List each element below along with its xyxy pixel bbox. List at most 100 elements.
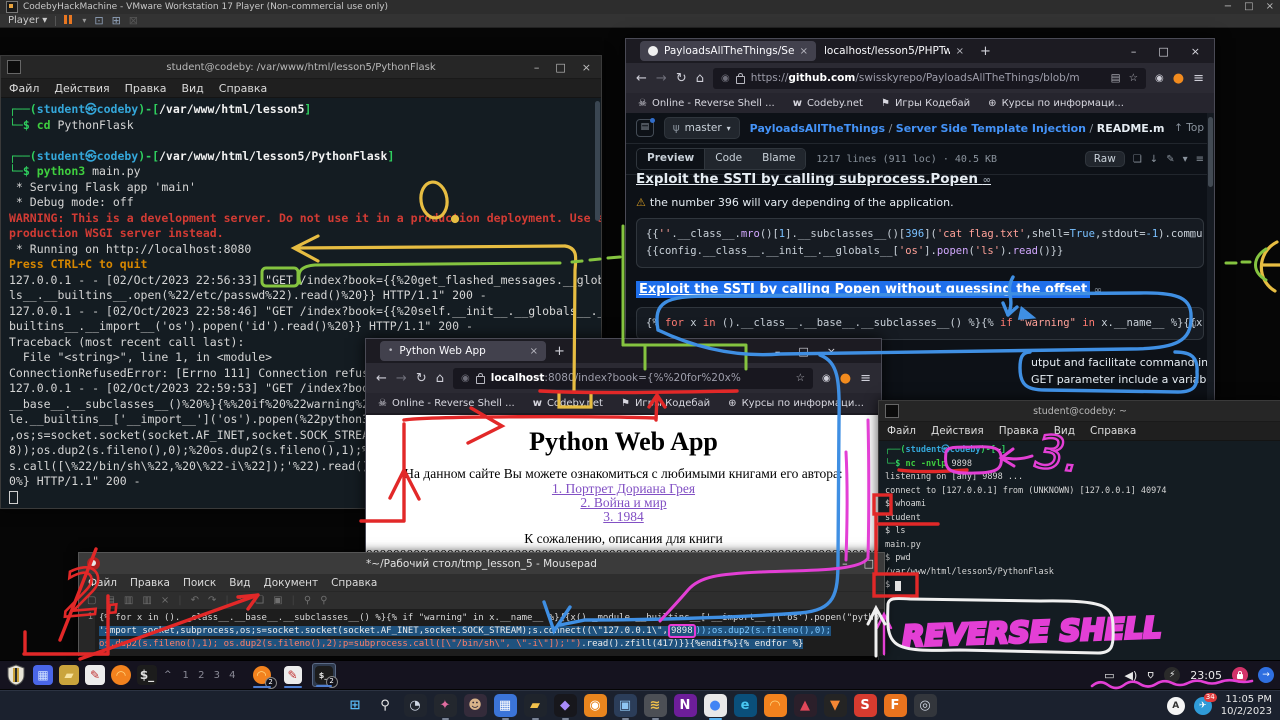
open-app-mousepad[interactable]: ✎ — [281, 663, 305, 687]
taskbar-icon-camera-app[interactable]: ◎ — [914, 694, 937, 717]
app-menu-icon[interactable]: ≡ — [1193, 71, 1204, 86]
download-icon[interactable]: ↓ — [1150, 154, 1158, 165]
copy-code-icon[interactable]: ❏ — [1189, 314, 1196, 331]
menu-file[interactable]: Файл — [887, 425, 916, 437]
mousepad-text[interactable]: {% for x in ().__class__.__base__.__subc… — [95, 610, 884, 656]
bookmark-star-icon[interactable]: ☆ — [1129, 72, 1138, 84]
taskbar-icon-chrome[interactable]: ● — [704, 694, 727, 717]
copy-raw-icon[interactable]: ❏ — [1133, 154, 1142, 165]
taskbar-icon-file-explorer[interactable]: ▰ — [524, 694, 547, 717]
taskbar-icon-obsidian-app[interactable]: ◆ — [554, 694, 577, 717]
tab-payloadsallthethings[interactable]: PayloadsAllTheThings/Se × — [640, 41, 816, 61]
undo-icon[interactable]: ↶ — [191, 595, 199, 606]
copy-code-icon[interactable]: ❏ — [1189, 225, 1196, 242]
breadcrumb-repo[interactable]: PayloadsAllTheThings — [750, 122, 885, 135]
taskbar-icon-clock-widget[interactable]: ◔ — [404, 694, 427, 717]
tray-telegram-icon[interactable]: ✈34 — [1194, 697, 1212, 715]
terminal1-minimize-button[interactable]: – — [534, 61, 540, 74]
close-file-icon[interactable]: × — [161, 595, 169, 606]
book-link-1[interactable]: 1. Портрет Дориана Грея — [366, 482, 881, 496]
bookmark-star-icon[interactable]: ☆ — [796, 372, 805, 384]
workspace-switcher[interactable]: 1 2 3 4 — [183, 670, 239, 681]
webapp-window-minimize[interactable]: – — [775, 345, 781, 358]
terminal1-titlebar[interactable]: student@codeby: /var/www/html/lesson5/Py… — [1, 56, 601, 79]
back-icon[interactable]: ← — [636, 71, 647, 86]
paste-icon[interactable]: ▣ — [273, 595, 282, 606]
tab-blame[interactable]: Blame — [752, 149, 805, 169]
linux-clock[interactable]: 23:05 — [1190, 669, 1222, 682]
menu-help[interactable]: Справка — [331, 577, 377, 589]
reload-icon[interactable]: ↻ — [676, 71, 687, 86]
window-list-icon[interactable]: ▭ — [1104, 669, 1114, 682]
menu-help[interactable]: Справка — [219, 82, 267, 95]
taskbar-icon-start[interactable]: ⊞ — [344, 694, 367, 717]
mousepad-maximize-button[interactable]: □ — [864, 557, 874, 570]
notifications-bell-icon[interactable]: ⌂ — [1147, 669, 1154, 682]
bookmark-codeby[interactable]: wCodeby.net — [533, 398, 603, 409]
menu-document[interactable]: Документ — [264, 577, 319, 589]
app-menu-logo-icon[interactable] — [6, 664, 26, 686]
tab-python-web-app[interactable]: • Python Web App × — [380, 341, 546, 361]
taskbar-icon-edge[interactable]: e — [734, 694, 757, 717]
branch-selector[interactable]: ψmaster▾ — [664, 117, 740, 139]
menu-edit[interactable]: Правка — [125, 82, 167, 95]
webapp-window-maximize[interactable]: □ — [798, 345, 808, 358]
taskbar-icon-vmware-app[interactable]: ≋ — [644, 694, 667, 717]
outline-icon[interactable]: ≡ — [1196, 154, 1204, 165]
vmware-close-button[interactable]: × — [1266, 0, 1274, 14]
windows-clock[interactable]: 11:05 PM 10/2/2023 — [1221, 694, 1272, 718]
taskbar-icon-file-manager[interactable]: ▰ — [59, 665, 79, 685]
taskbar-icon-s-app[interactable]: S — [854, 694, 877, 717]
shield-icon[interactable]: ◉ — [721, 73, 730, 84]
pause-vm-button[interactable] — [64, 15, 74, 27]
back-icon[interactable]: ← — [376, 371, 387, 386]
player-menu[interactable]: Player ▾ — [8, 15, 47, 26]
reload-icon[interactable]: ↻ — [416, 371, 427, 386]
redo-icon[interactable]: ↷ — [208, 595, 216, 606]
back-to-top-link[interactable]: ↑ Top — [1174, 122, 1204, 134]
github-window-close[interactable]: × — [1191, 45, 1200, 58]
terminal2-output[interactable]: ┌──(student㉿codeby)-[~]└─$ nc -nvlp 9898… — [879, 441, 1280, 657]
raw-button[interactable]: Raw — [1085, 151, 1125, 167]
menu-view[interactable]: Вид — [181, 82, 203, 95]
screen-lock-icon[interactable] — [1232, 667, 1248, 683]
webapp-window-close[interactable]: × — [827, 345, 836, 358]
menu-help[interactable]: Справка — [1090, 425, 1136, 437]
book-link-3[interactable]: 3. 1984 — [366, 510, 881, 524]
taskbar-icon-files-app[interactable]: ▦ — [33, 665, 53, 685]
new-tab-button[interactable]: + — [554, 344, 565, 359]
new-file-icon[interactable]: ▢ — [87, 595, 96, 606]
taskbar-icon-onenote[interactable]: N — [674, 694, 697, 717]
bookmark-reverse-shell[interactable]: ☠Online - Reverse Shell ... — [378, 398, 515, 409]
taskbar-icon-firefox-launcher[interactable]: ◠ — [111, 665, 131, 685]
readme-heading-popen-offset[interactable]: Exploit the SSTI by calling Popen withou… — [636, 281, 1090, 298]
terminal1-maximize-button[interactable]: □ — [555, 61, 565, 74]
menu-actions[interactable]: Действия — [54, 82, 109, 95]
home-icon[interactable]: ⌂ — [696, 71, 704, 86]
copy-icon[interactable]: ❏ — [255, 595, 264, 606]
bookmark-courses[interactable]: ⊕Курсы по информаци... — [728, 398, 864, 409]
reader-mode-icon[interactable]: ▤ — [1111, 72, 1121, 84]
github-scrollbar[interactable] — [1207, 113, 1214, 405]
terminal1-close-button[interactable]: × — [582, 61, 591, 74]
github-urlbar[interactable]: ◉ https://github.com/swisskyrepo/Payload… — [713, 68, 1146, 89]
mousepad-titlebar[interactable]: *~/Рабочий стол/tmp_lesson_5 - Mousepad … — [79, 553, 884, 574]
taskbar-icon-mousepad-launcher[interactable]: ✎ — [85, 665, 105, 685]
panel-expander-icon[interactable]: ^ — [164, 670, 172, 680]
open-file-icon[interactable]: ▤ — [105, 595, 114, 606]
forward-icon[interactable]: → — [656, 71, 667, 86]
save-icon[interactable]: ▥ — [124, 595, 133, 606]
vmware-minimize-button[interactable]: − — [1224, 0, 1232, 14]
anchor-link-icon[interactable]: ∞ — [1094, 285, 1102, 296]
menu-file[interactable]: Файл — [9, 82, 39, 95]
code-block-popen[interactable]: {% for x in ().__class__.__base__.__subc… — [636, 307, 1204, 340]
firefox-account-icon[interactable]: ● — [840, 371, 851, 386]
app-menu-icon[interactable]: ≡ — [860, 371, 871, 386]
taskbar-icon-firefox[interactable]: ◠ — [764, 694, 787, 717]
bookmark-games[interactable]: ⚑Игры Кодебай — [881, 98, 970, 109]
edit-pencil-icon[interactable]: ✎ — [1166, 154, 1174, 165]
taskbar-icon-f-app[interactable]: F — [884, 694, 907, 717]
tab-preview[interactable]: Preview — [637, 149, 705, 169]
terminal1-scrollbar[interactable] — [595, 101, 600, 221]
tab-close-icon[interactable]: × — [530, 346, 538, 357]
